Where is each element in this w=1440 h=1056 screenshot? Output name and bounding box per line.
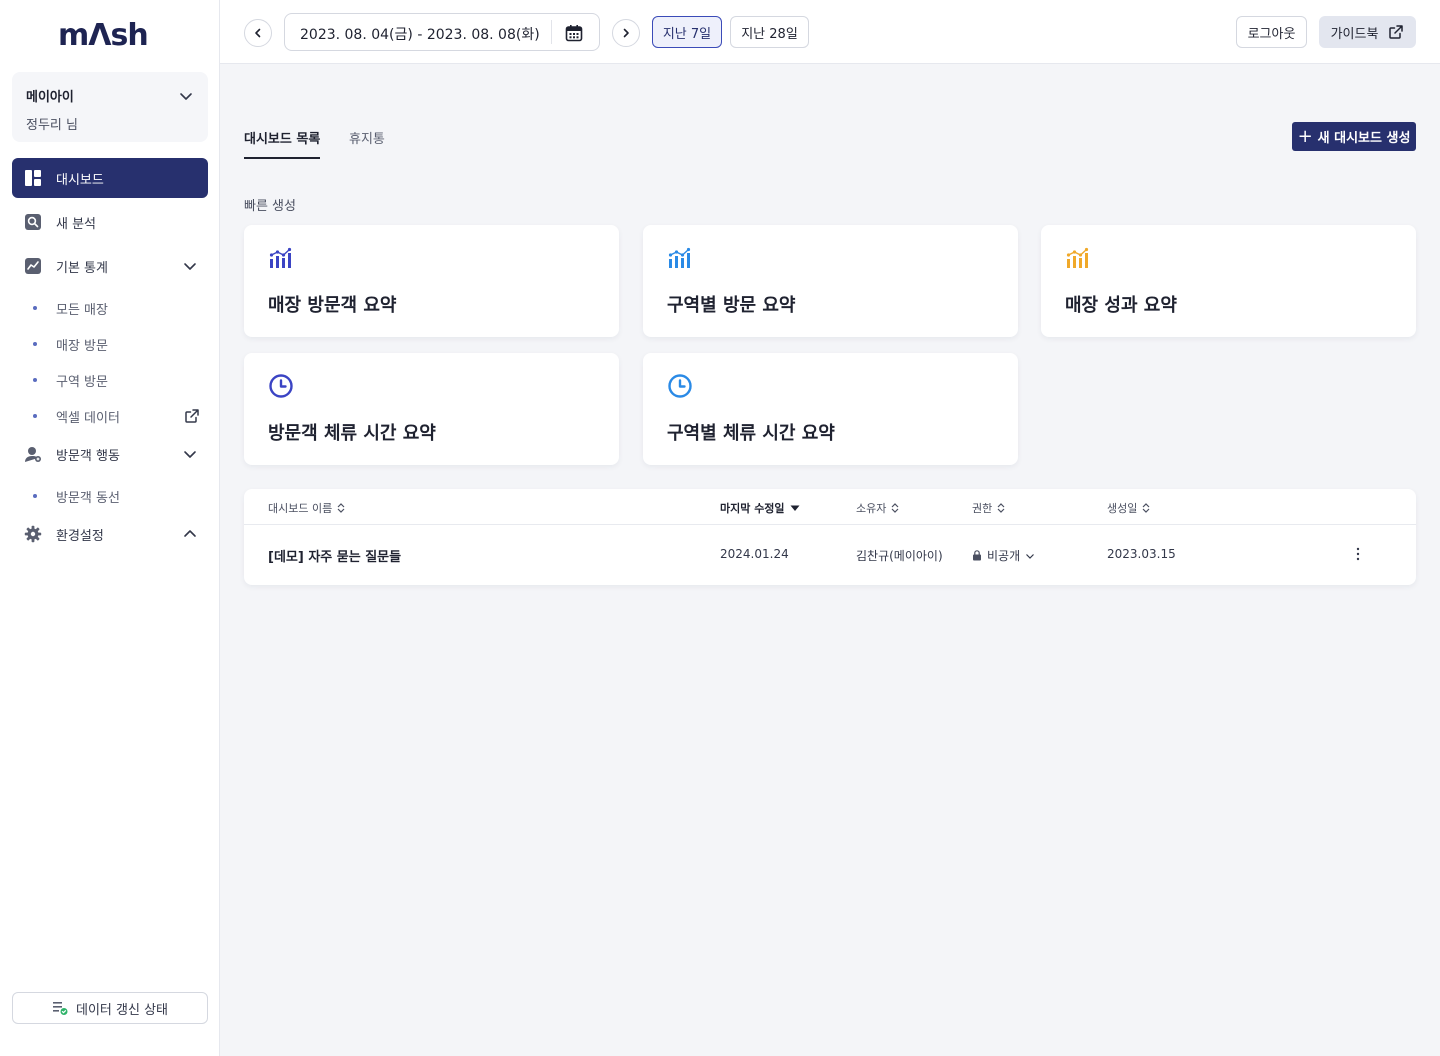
active-tab-indicator [244, 157, 320, 159]
quick-card-title: 매장 방문객 요약 [268, 295, 397, 316]
dashboard-icon [24, 169, 42, 187]
chevron-down-icon [1026, 553, 1035, 559]
dashboard-table: 대시보드 이름 마지막 수정일 소유자 권한 생성일 [데모] 자주 묻는 질문… [244, 489, 1416, 585]
gear-icon [24, 525, 42, 543]
quick-create-label: 빠른 생성 [244, 199, 296, 214]
column-label: 권한 [972, 502, 993, 515]
preset-last-7-days[interactable]: 지난 7일 [652, 16, 722, 48]
column-header-name[interactable]: 대시보드 이름 [268, 500, 345, 516]
tab-dashboard-list[interactable]: 대시보드 목록 [244, 128, 320, 147]
tab-trash[interactable]: 휴지통 [349, 128, 385, 147]
trend-chart-icon [24, 257, 42, 275]
column-header-permission[interactable]: 권한 [972, 500, 1005, 516]
sidebar: mΛsh 메이아이 정두리 님 대시보드 새 분석 기본 통계 모든 매장 매장 [0, 0, 220, 1056]
column-header-created[interactable]: 생성일 [1107, 500, 1150, 516]
visitor-icon [24, 445, 42, 463]
column-label: 대시보드 이름 [268, 502, 333, 515]
brand-logo[interactable]: mΛsh [58, 18, 149, 53]
org-user: 정두리 님 [26, 118, 78, 133]
external-link-icon [185, 409, 199, 423]
nav-label: 환경설정 [56, 528, 104, 544]
row-permission-dropdown[interactable]: 비공개 [972, 547, 1035, 564]
search-analysis-icon [24, 213, 42, 231]
nav-item-dashboard[interactable]: 대시보드 [12, 158, 208, 198]
quick-card-zone-dwell-summary[interactable]: 구역별 체류 시간 요약 [643, 353, 1018, 465]
divider [551, 20, 552, 44]
preset-last-28-days[interactable]: 지난 28일 [730, 16, 809, 48]
sort-icon [1142, 503, 1150, 513]
more-options-icon[interactable] [1354, 547, 1362, 561]
quick-card-title: 방문객 체류 시간 요약 [268, 423, 436, 444]
divider [244, 524, 1416, 525]
sub-item-excel-data[interactable]: 엑셀 데이터 [12, 398, 208, 434]
nav-label: 방문객 행동 [56, 448, 120, 464]
chevron-down-icon[interactable] [182, 446, 198, 462]
nav-item-settings[interactable]: 환경설정 [12, 514, 208, 554]
plus-icon: + [1297, 126, 1313, 147]
nav-item-new-analysis[interactable]: 새 분석 [12, 202, 208, 242]
column-label: 마지막 수정일 [720, 502, 785, 515]
chevron-right-icon [623, 28, 629, 38]
lock-icon [973, 550, 981, 561]
refresh-status-icon [53, 1002, 68, 1015]
nav-label: 기본 통계 [56, 260, 108, 276]
logout-button[interactable]: 로그아웃 [1236, 16, 1307, 48]
sub-item-all-stores[interactable]: 모든 매장 [12, 290, 208, 326]
sort-icon [891, 503, 899, 513]
bar-chart-icon [668, 247, 691, 268]
sub-item-label: 엑셀 데이터 [56, 410, 120, 426]
org-switcher[interactable]: 메이아이 정두리 님 [12, 72, 208, 142]
nav-label: 새 분석 [56, 216, 97, 232]
main-nav: 대시보드 새 분석 기본 통계 모든 매장 매장 방문 구역 방문 엑셀 데이터 [12, 158, 208, 558]
data-refresh-status-button[interactable]: 데이터 갱신 상태 [12, 992, 208, 1024]
quick-card-store-performance-summary[interactable]: 매장 성과 요약 [1041, 225, 1416, 337]
sort-desc-icon [790, 505, 800, 511]
permission-label: 비공개 [987, 549, 1021, 563]
clock-icon [668, 374, 692, 398]
nav-item-visitor-behavior[interactable]: 방문객 행동 [12, 434, 208, 474]
quick-card-title: 구역별 체류 시간 요약 [667, 423, 835, 444]
org-name: 메이아이 [26, 90, 74, 105]
dashboard-tabs: 대시보드 목록 휴지통 [244, 118, 544, 160]
create-dashboard-button[interactable]: + 새 대시보드 생성 [1292, 122, 1416, 151]
column-label: 소유자 [856, 502, 887, 515]
row-owner: 김찬규(메이아이) [856, 549, 943, 563]
row-dashboard-name[interactable]: [데모] 자주 묻는 질문들 [268, 546, 401, 565]
bar-chart-icon [269, 247, 292, 268]
row-modified-date: 2024.01.24 [720, 547, 789, 561]
date-range-picker[interactable]: 2023. 08. 04(금) - 2023. 08. 08(화) [284, 13, 600, 51]
calendar-icon[interactable] [565, 24, 583, 42]
sub-item-visitor-path[interactable]: 방문객 동선 [12, 478, 208, 514]
prev-date-button[interactable] [244, 19, 272, 47]
next-date-button[interactable] [612, 19, 640, 47]
quick-card-zone-visit-summary[interactable]: 구역별 방문 요약 [643, 225, 1018, 337]
bar-chart-icon [1066, 247, 1089, 268]
nav-label: 대시보드 [56, 172, 104, 188]
column-header-owner[interactable]: 소유자 [856, 500, 899, 516]
sub-item-store-visits[interactable]: 매장 방문 [12, 326, 208, 362]
refresh-label: 데이터 갱신 상태 [76, 1002, 168, 1018]
sort-icon [337, 503, 345, 513]
sub-item-zone-visits[interactable]: 구역 방문 [12, 362, 208, 398]
chevron-down-icon [180, 93, 192, 100]
quick-card-store-visitor-summary[interactable]: 매장 방문객 요약 [244, 225, 619, 337]
external-link-icon [1389, 25, 1404, 39]
date-range-text: 2023. 08. 04(금) - 2023. 08. 08(화) [300, 27, 540, 43]
column-header-modified[interactable]: 마지막 수정일 [720, 500, 800, 516]
clock-icon [269, 374, 293, 398]
column-label: 생성일 [1107, 502, 1138, 515]
quick-card-visitor-dwell-summary[interactable]: 방문객 체류 시간 요약 [244, 353, 619, 465]
chevron-left-icon [255, 28, 261, 38]
guidebook-button[interactable]: 가이드북 [1319, 16, 1416, 48]
top-bar: 2023. 08. 04(금) - 2023. 08. 08(화) 지난 7일 … [220, 0, 1440, 64]
nav-item-basic-stats[interactable]: 기본 통계 [12, 246, 208, 286]
quick-card-title: 매장 성과 요약 [1065, 295, 1177, 316]
row-created-date: 2023.03.15 [1107, 547, 1176, 561]
guidebook-label: 가이드북 [1330, 26, 1379, 42]
create-dashboard-label: 새 대시보드 생성 [1317, 131, 1411, 146]
quick-card-title: 구역별 방문 요약 [667, 295, 796, 316]
chevron-down-icon[interactable] [182, 258, 198, 274]
sort-icon [997, 503, 1005, 513]
chevron-up-icon[interactable] [182, 526, 198, 542]
